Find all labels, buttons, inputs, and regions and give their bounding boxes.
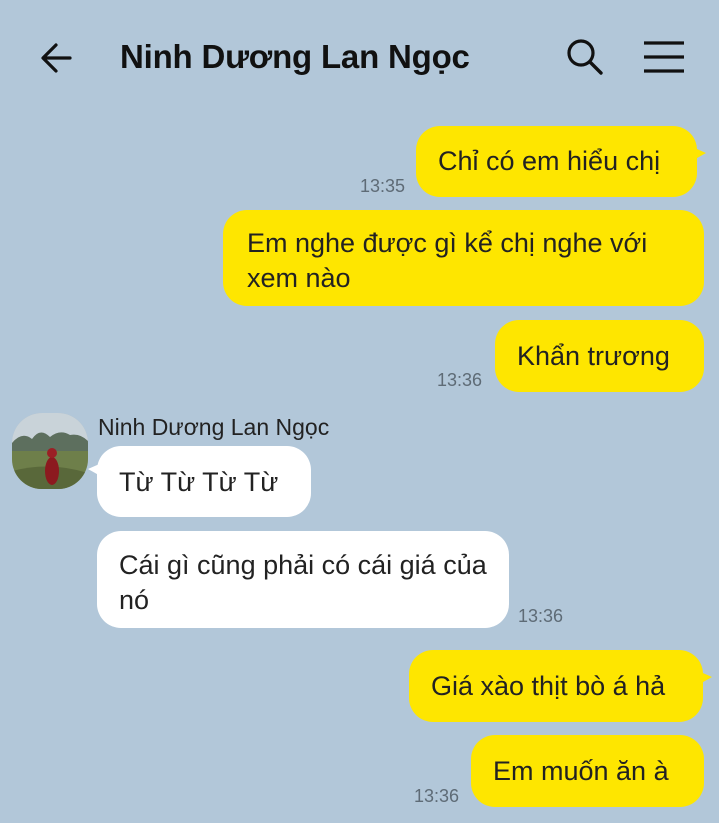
sender-name: Ninh Dương Lan Ngọc (98, 414, 330, 440)
my-message-bubble[interactable]: Khẩn trương (495, 320, 704, 392)
message-timestamp: 13:36 (414, 786, 460, 806)
menu-icon[interactable] (640, 38, 688, 78)
their-message-bubble[interactable]: Cái gì cũng phải có cái giá của nó (97, 531, 509, 628)
message-timestamp: 13:36 (437, 370, 483, 390)
message-text: Em muốn ăn à (493, 756, 669, 786)
my-message-bubble[interactable]: Em nghe được gì kể chị nghe với xem nào (223, 210, 704, 306)
avatar-image-icon (12, 413, 88, 489)
message-text: Khẩn trương (517, 341, 670, 371)
my-message-bubble[interactable]: Em muốn ăn à (471, 735, 704, 807)
contact-avatar[interactable] (12, 413, 88, 489)
chat-title: Ninh Dương Lan Ngọc (120, 38, 470, 75)
message-text: Cái gì cũng phải có cái giá của nó (119, 550, 487, 615)
message-text: Từ Từ Từ Từ (119, 467, 279, 497)
message-text: Chỉ có em hiểu chị (438, 146, 661, 176)
message-text: Em nghe được gì kể chị nghe với xem nào (247, 228, 648, 293)
back-arrow-icon[interactable] (36, 37, 78, 79)
my-message-bubble[interactable]: Chỉ có em hiểu chị (416, 126, 706, 197)
message-text: Giá xào thịt bò á hả (431, 671, 666, 701)
search-icon[interactable] (563, 36, 605, 78)
their-message-bubble[interactable]: Từ Từ Từ Từ (88, 446, 311, 517)
message-timestamp: 13:36 (518, 606, 564, 626)
chat-header: Ninh Dương Lan Ngọc (0, 0, 719, 110)
message-timestamp: 13:35 (360, 176, 406, 196)
my-message-bubble[interactable]: Giá xào thịt bò á hả (409, 650, 712, 722)
